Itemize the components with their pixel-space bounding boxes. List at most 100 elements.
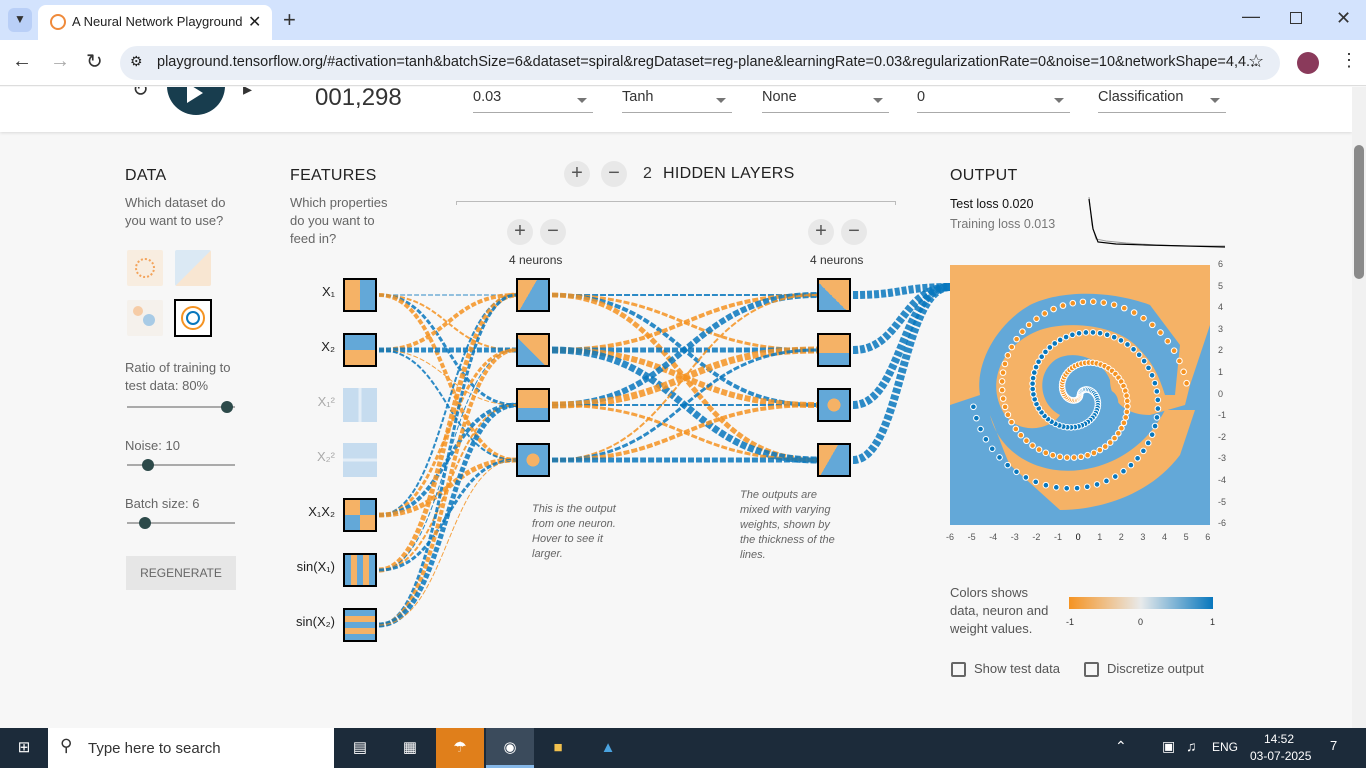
reload-icon[interactable]: ↻ (86, 49, 103, 74)
data-point (1077, 453, 1085, 461)
search-placeholder: Type here to search (88, 740, 221, 757)
data-point (1029, 385, 1037, 393)
data-point (1062, 333, 1070, 341)
page-scrollbar[interactable] (1352, 87, 1366, 728)
test-loss-value: 0.020 (1002, 197, 1034, 211)
data-point (1025, 321, 1033, 329)
data-point (1120, 467, 1127, 475)
tab-close-icon[interactable]: ✕ (248, 12, 261, 32)
discretize-output-checkbox[interactable] (1084, 662, 1099, 677)
data-point (1082, 329, 1090, 336)
task-view-icon[interactable]: ▤ (336, 728, 384, 768)
neuron-l1-3[interactable] (516, 388, 550, 422)
data-point (1153, 414, 1161, 421)
data-point (1033, 315, 1040, 323)
bookmark-star-icon[interactable]: ☆ (1248, 51, 1264, 72)
y-tick-label: 2 (1218, 345, 1224, 356)
output-title: OUTPUT (950, 167, 1018, 184)
neuron-l2-1[interactable] (817, 278, 851, 312)
data-point (1001, 360, 1009, 368)
x-tick-label: -1 (1054, 532, 1063, 542)
training-loss: Training loss 0.013 (950, 217, 1056, 231)
data-point (1056, 453, 1064, 461)
data-point (1134, 455, 1141, 462)
data-point (1069, 331, 1076, 339)
neuron-l1-1[interactable] (516, 278, 550, 312)
profile-avatar[interactable] (1297, 52, 1319, 74)
show-test-data-label: Show test data (974, 661, 1060, 676)
data-point (1170, 347, 1178, 355)
show-test-data-checkbox[interactable] (951, 662, 966, 677)
omnibox[interactable]: ⚙ playground.tensorflow.org/#activation=… (120, 46, 1280, 80)
network-icon[interactable]: ▣ (1162, 738, 1175, 755)
search-icon: ⚲ (60, 736, 73, 755)
data-point (1183, 379, 1190, 387)
data-point (1035, 358, 1042, 366)
file-explorer-icon[interactable]: ■ (534, 728, 582, 768)
restore-icon[interactable] (1290, 12, 1302, 24)
data-point (1151, 379, 1159, 387)
data-point (1042, 348, 1049, 356)
taskbar-search[interactable]: ⚲ Type here to search (48, 728, 334, 768)
data-point (1089, 298, 1097, 305)
site-info-icon[interactable]: ⚙ (130, 53, 143, 70)
y-tick-label: -6 (1218, 518, 1227, 529)
data-point (1120, 304, 1128, 312)
data-point (1023, 437, 1030, 445)
browser-tab-bar: ▼ A Neural Network Playground ✕ + — ✕ (0, 0, 1366, 40)
data-point (1093, 481, 1101, 488)
neuron-l2-4[interactable] (817, 443, 851, 477)
legend-mid: 0 (1138, 617, 1144, 627)
weight-link (551, 294, 818, 461)
data-point (1019, 328, 1026, 335)
language-indicator[interactable]: ENG (1212, 740, 1238, 754)
data-point (1035, 446, 1043, 453)
chrome-icon[interactable]: ◉ (486, 728, 534, 768)
x-tick-label: 2 (1118, 532, 1124, 542)
menu-icon[interactable]: ⋮ (1340, 50, 1358, 71)
data-point (1038, 353, 1045, 360)
data-point (1106, 439, 1114, 446)
data-point (1063, 485, 1071, 492)
data-point (1096, 446, 1104, 454)
volume-icon[interactable]: ♫ (1186, 738, 1197, 754)
data-point (1083, 483, 1091, 491)
data-point (1046, 344, 1054, 351)
minimize-icon[interactable]: — (1242, 6, 1260, 27)
close-window-icon[interactable]: ✕ (1336, 8, 1351, 29)
neuron-l1-4[interactable] (516, 443, 550, 477)
browser-tab[interactable]: A Neural Network Playground ✕ (38, 5, 272, 40)
data-point (1049, 451, 1057, 459)
y-tick-label: -3 (1218, 453, 1227, 464)
terminal-icon[interactable]: ▦ (386, 728, 434, 768)
back-icon[interactable]: ← (12, 50, 32, 73)
data-point (1030, 369, 1038, 376)
start-windows-icon[interactable]: ⊞ (0, 728, 48, 768)
security-shield-icon[interactable]: ☂ (436, 728, 484, 768)
data-point (1123, 392, 1130, 400)
scroll-thumb[interactable] (1354, 145, 1364, 279)
neuron-l2-2[interactable] (817, 333, 851, 367)
weights-note: The outputs are mixed with varying weigh… (740, 489, 835, 561)
forward-icon[interactable]: → (50, 50, 70, 73)
tray-chevron-icon[interactable]: ⌃ (1115, 738, 1127, 755)
tab-search-button[interactable]: ▼ (8, 8, 32, 32)
neuron-l2-3[interactable] (817, 388, 851, 422)
new-tab-icon[interactable]: + (283, 7, 296, 33)
data-point (1115, 430, 1122, 437)
data-point (1004, 411, 1012, 419)
x-tick-label: 4 (1162, 532, 1168, 542)
neuron-l1-2[interactable] (516, 333, 550, 367)
data-point (1032, 478, 1040, 486)
x-tick-label: 0 (1075, 532, 1081, 542)
data-point (1110, 333, 1118, 341)
x-tick-label: -3 (1010, 532, 1019, 542)
data-point (977, 425, 984, 433)
data-point (1164, 337, 1172, 345)
data-point (1123, 408, 1131, 416)
data-point (1029, 380, 1036, 387)
photos-icon[interactable]: ▲ (584, 728, 632, 768)
data-point (1075, 329, 1083, 337)
data-point (1069, 299, 1077, 307)
notification-badge[interactable]: 7 (1330, 738, 1337, 753)
